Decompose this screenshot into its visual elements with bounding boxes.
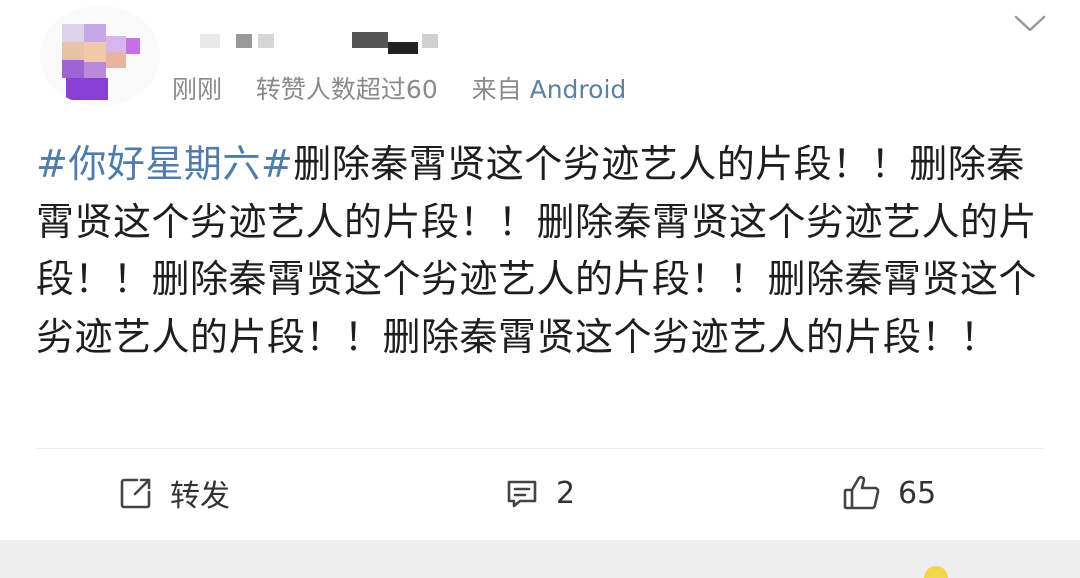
- topic-link[interactable]: #你好星期六#: [36, 142, 293, 186]
- comment-count: 2: [556, 475, 576, 511]
- comment-button[interactable]: 2: [504, 470, 575, 516]
- repost-like-count-note: 转赞人数超过60: [255, 75, 438, 104]
- feed-separator: [0, 540, 1080, 578]
- username-redacted[interactable]: [200, 32, 500, 54]
- post-source[interactable]: Android: [530, 75, 627, 104]
- repost-label: 转发: [170, 479, 230, 514]
- post-content: #你好星期六#删除秦霄贤这个劣迹艺人的片段！！删除秦霄贤这个劣迹艺人的片段！！删…: [36, 136, 1040, 366]
- post-time: 刚刚: [172, 75, 223, 104]
- comment-icon: [504, 475, 540, 511]
- thumbs-up-icon: [842, 474, 882, 512]
- weibo-post-card: 刚刚 转赞人数超过60 来自 Android #你好星期六#删除秦霄贤这个劣迹艺…: [0, 0, 1080, 540]
- post-meta: 刚刚 转赞人数超过60 来自 Android: [172, 74, 626, 106]
- chevron-down-icon[interactable]: [1012, 12, 1048, 36]
- edit-icon: [118, 475, 154, 511]
- repost-button[interactable]: 转发: [118, 470, 230, 516]
- like-count: 65: [898, 475, 937, 511]
- like-button[interactable]: 65: [842, 470, 936, 516]
- avatar[interactable]: [40, 6, 160, 106]
- divider: [36, 448, 1044, 449]
- source-prefix: 来自: [471, 75, 522, 104]
